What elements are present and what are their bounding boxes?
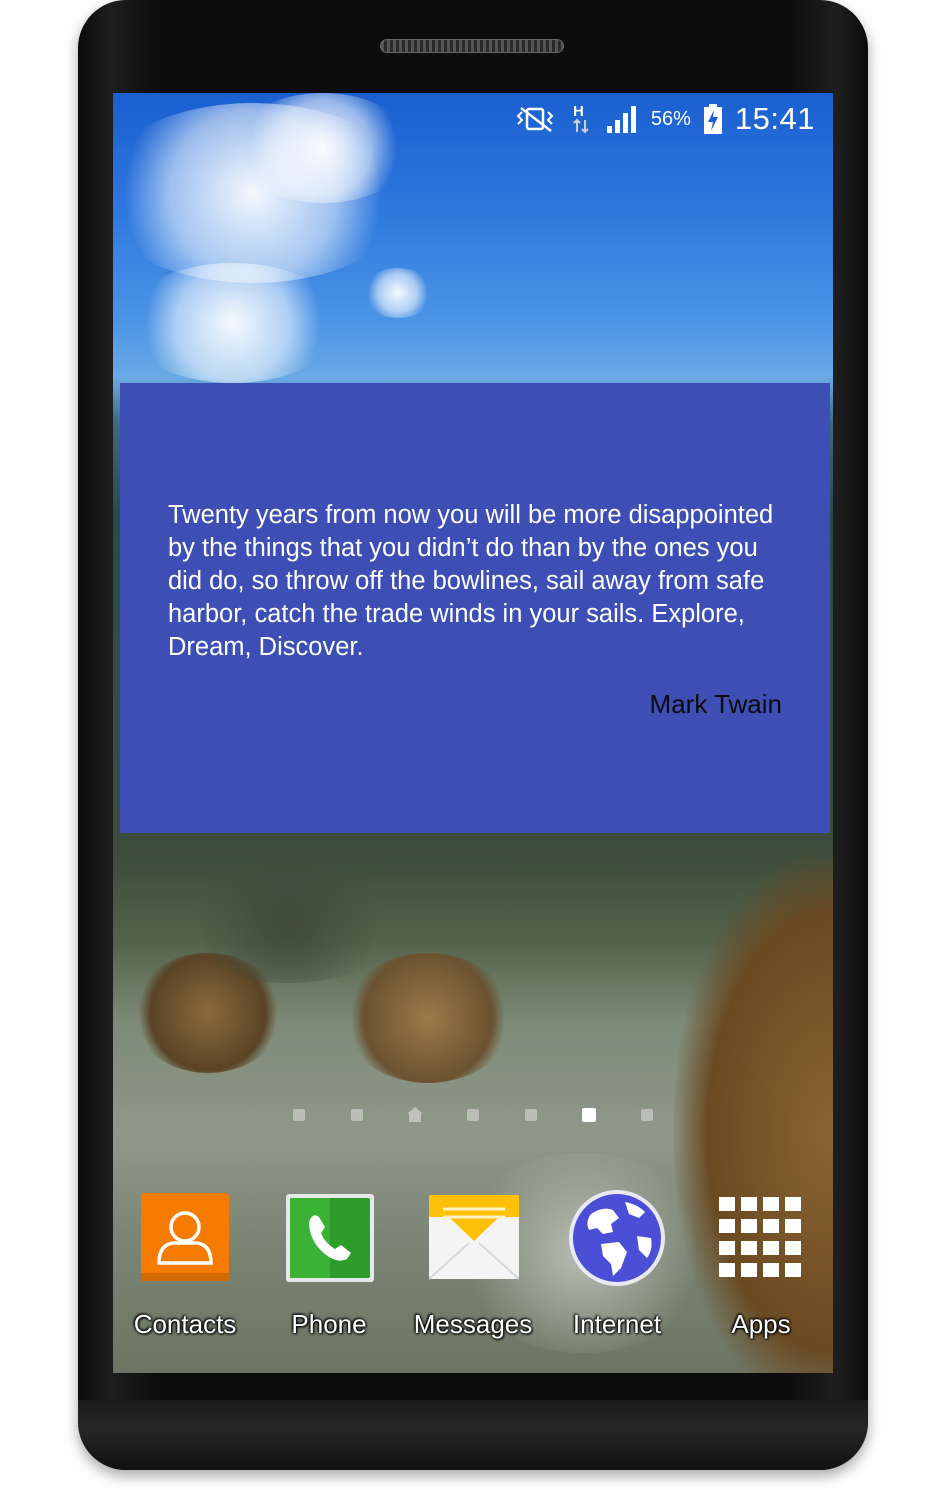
- earpiece-speaker: [380, 39, 564, 53]
- dock-app-phone[interactable]: Phone: [257, 1183, 401, 1353]
- contacts-icon: [141, 1193, 231, 1283]
- page-dot-active[interactable]: [582, 1108, 596, 1122]
- battery-percent: 56%: [650, 107, 691, 130]
- page-dot[interactable]: [293, 1109, 305, 1121]
- svg-text:H: H: [573, 103, 584, 120]
- dock-label: Internet: [572, 1309, 662, 1339]
- home-page-dot-icon[interactable]: [407, 1107, 423, 1122]
- messages-icon: [428, 1193, 520, 1283]
- network-h-icon: H: [571, 102, 593, 136]
- wallpaper-coral: [343, 953, 513, 1083]
- wallpaper-cloud: [363, 268, 433, 318]
- page-dot[interactable]: [641, 1109, 653, 1121]
- globe-icon: [567, 1188, 667, 1288]
- apps-grid-icon: [717, 1193, 807, 1283]
- vibrate-icon: [513, 104, 559, 134]
- quote-author: Mark Twain: [649, 689, 782, 719]
- page-dot[interactable]: [351, 1109, 363, 1121]
- quote-text: Twenty years from now you will be more d…: [168, 501, 774, 661]
- dock-label: Apps: [731, 1309, 791, 1339]
- app-dock: Contacts Phone Messages Internet Apps: [113, 1183, 833, 1353]
- page-dot[interactable]: [467, 1109, 479, 1121]
- dock-app-messages[interactable]: Messages: [401, 1183, 545, 1353]
- wallpaper-rock: [173, 863, 403, 983]
- phone-chin: [78, 1400, 868, 1470]
- signal-icon: [605, 104, 639, 134]
- battery-charging-icon: [703, 103, 723, 135]
- home-screen: H 56% 15:41 Twenty years from now you wi…: [113, 93, 833, 1373]
- status-clock: 15:41: [734, 101, 815, 136]
- dock-label: Messages: [413, 1309, 533, 1339]
- dock-app-contacts[interactable]: Contacts: [113, 1183, 257, 1353]
- dock-app-apps[interactable]: Apps: [689, 1183, 833, 1353]
- dock-app-internet[interactable]: Internet: [545, 1183, 689, 1353]
- page-dot[interactable]: [525, 1109, 537, 1121]
- dock-label: Phone: [291, 1309, 367, 1339]
- status-bar: H 56% 15:41: [113, 93, 833, 145]
- phone-icon: [285, 1193, 375, 1283]
- dock-label: Contacts: [133, 1309, 237, 1339]
- wallpaper-cloud: [123, 263, 343, 383]
- quote-widget[interactable]: Twenty years from now you will be more d…: [120, 383, 830, 833]
- page-indicator: [113, 1107, 833, 1123]
